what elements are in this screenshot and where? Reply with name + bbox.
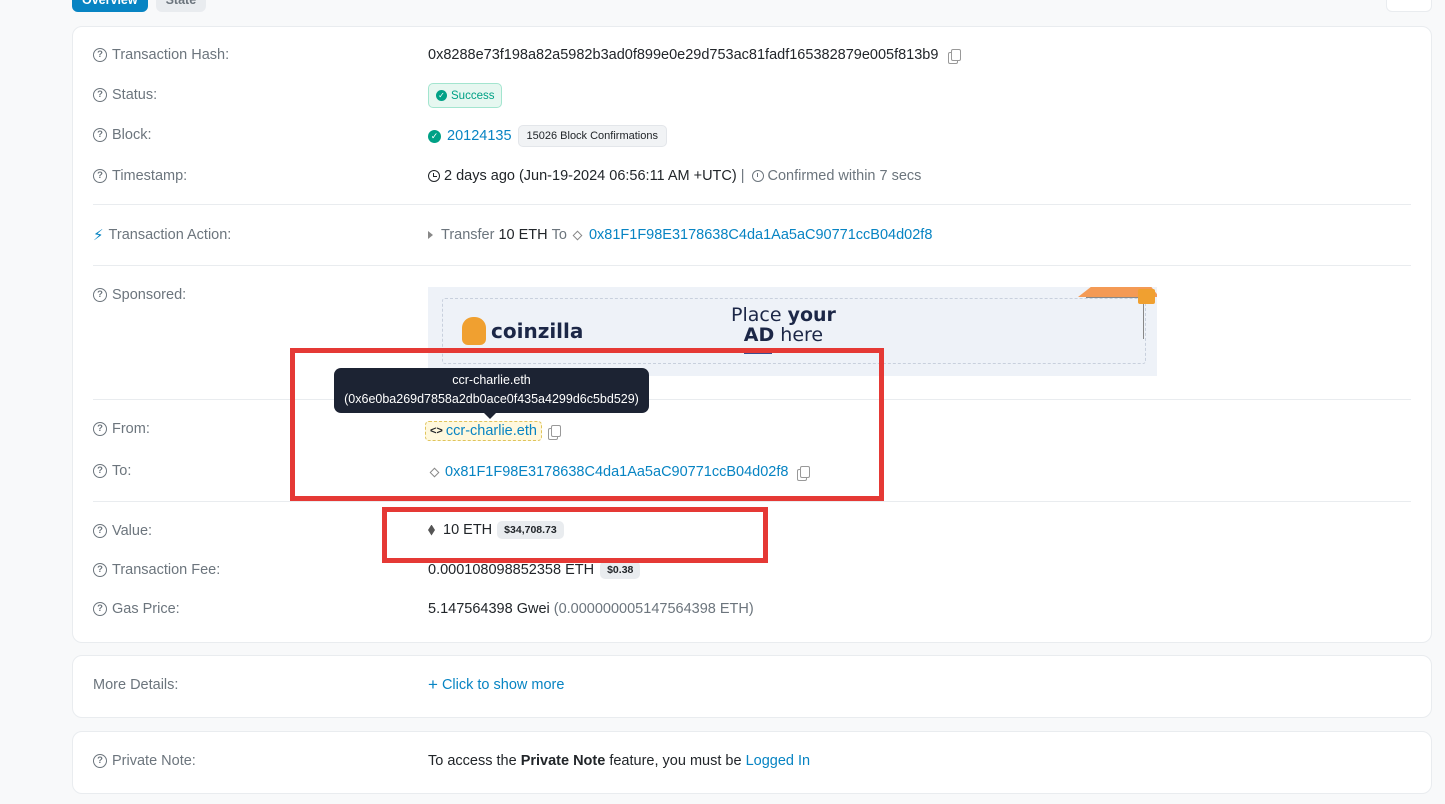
- timestamp-value: 2 days ago (Jun-19-2024 06:56:11 AM +UTC…: [444, 168, 737, 184]
- divider: [93, 204, 1411, 205]
- action-label-text: Transaction Action:: [108, 227, 232, 243]
- ad-brand: coinzilla: [491, 319, 584, 343]
- note-text-b: feature, you must be: [605, 753, 746, 769]
- tx-hash-value: 0x8288e73f198a82a5982b3ad0f899e0e29d753a…: [428, 47, 939, 63]
- from-label-text: From:: [112, 421, 150, 437]
- divider: [93, 501, 1411, 502]
- question-icon: ?: [93, 88, 107, 102]
- fee-row: 0.000108098852358 ETH $0.38: [428, 561, 641, 579]
- timer-icon: [751, 170, 764, 182]
- timestamp-label-text: Timestamp:: [112, 168, 188, 184]
- fee-usd-badge: $0.38: [600, 561, 641, 579]
- fee-value: 0.000108098852358 ETH: [428, 562, 595, 578]
- block-label: ? Block:: [93, 127, 152, 143]
- action-label: ⚡ Transaction Action:: [93, 226, 231, 244]
- action-amount: 10 ETH: [498, 227, 548, 243]
- show-more-link[interactable]: + Click to show more: [428, 675, 565, 694]
- plus-icon: +: [428, 675, 438, 694]
- action-to-word: To: [551, 227, 567, 243]
- note-text-a: To access the: [428, 753, 521, 769]
- action-row: Transfer 10 ETH To 0x81F1F98E3178638C4da…: [428, 227, 932, 243]
- show-more-text: Click to show more: [441, 677, 565, 693]
- question-icon: ?: [93, 524, 107, 538]
- fee-label-text: Transaction Fee:: [112, 562, 221, 578]
- to-label-text: To:: [112, 463, 132, 479]
- confirmations-badge: 15026 Block Confirmations: [517, 125, 667, 147]
- status-label: ? Status:: [93, 87, 157, 103]
- block-label-text: Block:: [112, 127, 152, 143]
- timestamp-row: 2 days ago (Jun-19-2024 06:56:11 AM +UTC…: [428, 168, 921, 184]
- check-icon: ✓: [436, 90, 447, 101]
- private-note-label: ? Private Note:: [93, 753, 196, 769]
- tx-hash-label-text: Transaction Hash:: [112, 47, 230, 63]
- fee-label: ? Transaction Fee:: [93, 562, 220, 578]
- gas-label-text: Gas Price:: [112, 601, 180, 617]
- block-number-link[interactable]: 20124135: [447, 128, 512, 144]
- highlight-box-from-to: [290, 348, 884, 501]
- from-label: ? From:: [93, 421, 150, 437]
- timestamp-label: ? Timestamp:: [93, 168, 187, 184]
- dino-icon: [462, 317, 486, 345]
- block-row: ✓ 20124135 15026 Block Confirmations: [428, 125, 667, 147]
- menu-button[interactable]: [1386, 0, 1432, 12]
- logged-in-link[interactable]: Logged In: [746, 753, 811, 769]
- ad-logo: coinzilla: [462, 317, 583, 345]
- private-note-label-text: Private Note:: [112, 753, 196, 769]
- ad-line1-b: your: [787, 304, 836, 326]
- sponsored-label: ? Sponsored:: [93, 287, 186, 303]
- value-label-text: Value:: [112, 523, 153, 539]
- status-row: ✓ Success: [428, 83, 503, 108]
- sponsored-label-text: Sponsored:: [112, 287, 187, 303]
- gas-label: ? Gas Price:: [93, 601, 180, 617]
- question-icon: ?: [93, 128, 107, 142]
- timestamp-separator: |: [740, 168, 745, 184]
- ad-headline: Place your AD here: [731, 305, 836, 345]
- caret-right-icon: [428, 231, 433, 239]
- more-details-card: [72, 655, 1432, 718]
- tx-hash-label: ? Transaction Hash:: [93, 47, 229, 63]
- question-icon: ?: [93, 422, 107, 436]
- note-text-bold: Private Note: [520, 753, 606, 769]
- tab-bar: Overview State: [72, 0, 207, 12]
- question-icon: ?: [93, 288, 107, 302]
- ad-line2-a: AD: [743, 324, 775, 346]
- ad-mini-icon: [1138, 289, 1155, 304]
- private-note-row: To access the Private Note feature, you …: [428, 753, 810, 769]
- action-verb: Transfer: [441, 227, 495, 243]
- address-icon: [572, 230, 583, 240]
- ad-line2-b: here: [774, 324, 824, 346]
- confirmed-within: Confirmed within 7 secs: [767, 168, 922, 184]
- gas-eth-value: (0.000000005147564398 ETH): [553, 601, 754, 617]
- more-details-label: More Details:: [93, 677, 179, 693]
- gas-row: 5.147564398 Gwei (0.000000005147564398 E…: [428, 601, 754, 617]
- clock-icon: [428, 170, 440, 182]
- check-icon: ✓: [428, 129, 441, 143]
- question-icon: ?: [93, 464, 107, 478]
- copy-icon[interactable]: [948, 48, 962, 64]
- gas-value: 5.147564398 Gwei: [428, 601, 550, 617]
- question-icon: ?: [93, 563, 107, 577]
- question-icon: ?: [93, 48, 107, 62]
- status-label-text: Status:: [112, 87, 158, 103]
- question-icon: ?: [93, 602, 107, 616]
- action-to-address[interactable]: 0x81F1F98E3178638C4da1Aa5aC90771ccB04d02…: [589, 227, 932, 243]
- tab-state[interactable]: State: [155, 0, 207, 12]
- ad-line1-a: Place: [731, 304, 788, 326]
- question-icon: ?: [93, 754, 107, 768]
- value-label: ? Value:: [93, 523, 152, 539]
- highlight-box-value: [382, 507, 768, 563]
- to-label: ? To:: [93, 463, 131, 479]
- status-value: Success: [451, 89, 495, 102]
- tx-hash-row: 0x8288e73f198a82a5982b3ad0f899e0e29d753a…: [428, 47, 962, 64]
- tab-overview[interactable]: Overview: [72, 0, 148, 12]
- question-icon: ?: [93, 169, 107, 183]
- divider: [93, 265, 1411, 266]
- status-badge: ✓ Success: [428, 83, 503, 108]
- bolt-icon: ⚡: [93, 227, 104, 244]
